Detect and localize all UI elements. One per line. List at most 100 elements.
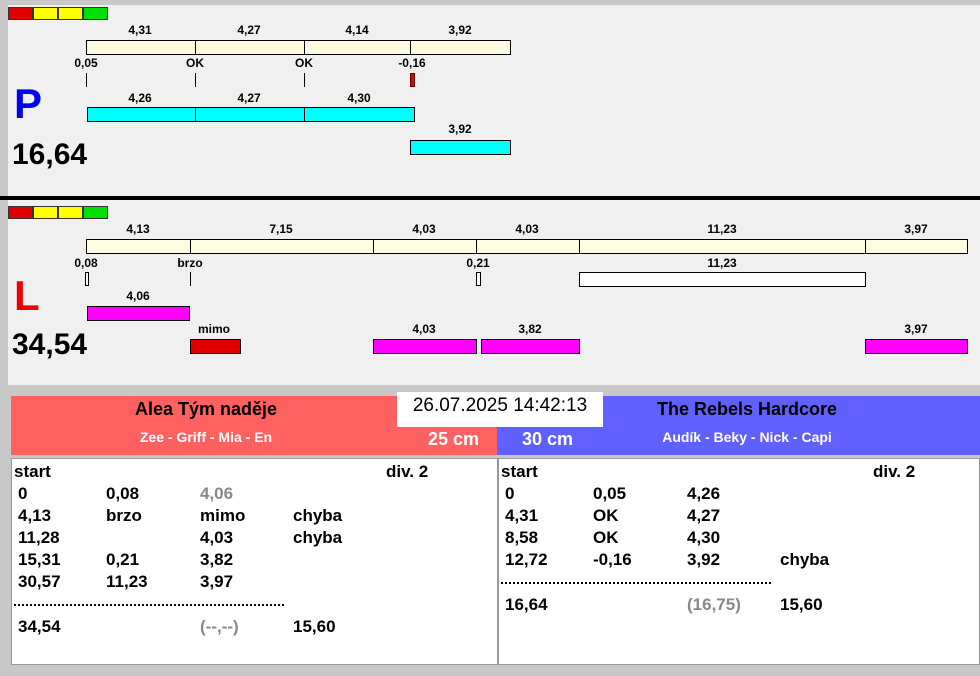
tick [190,272,191,286]
table-cell: 11,28 [18,528,60,547]
table-cell: 8,58 [505,528,539,547]
offset-label: 0,21 [466,256,490,270]
bar-label: 4,27 [237,91,261,105]
throw-bar [373,239,477,254]
indicator-green [83,7,108,20]
offset-label: OK [186,56,204,70]
offset-label: brzo [177,256,203,270]
table-cell: 4,13 [18,506,52,525]
bar-label: 3,97 [904,222,928,236]
table-cell: 11,23 [106,572,148,591]
offset-label: 11,23 [707,256,737,270]
indicator-red [8,7,33,20]
bar-label: 3,92 [448,23,472,37]
throw-bar [195,40,305,55]
table-cell: chyba [293,506,343,525]
offset-mark [579,272,866,287]
team-name: Alea Tým naděje [134,399,278,419]
offset-mark [476,272,481,286]
lane-letter: L [14,272,40,319]
start-label: start [14,462,51,481]
table-cell: 4,03 [200,528,234,547]
table-cell: -0,16 [593,550,632,569]
lane-letter: P [14,80,43,127]
bar-label: 7,15 [269,222,293,236]
table-cell: 4,27 [687,506,721,525]
throw-bar [195,107,305,122]
tick [86,73,87,87]
throw-bar [865,339,968,354]
separator [14,604,284,606]
bar-label: 4,14 [345,23,369,37]
bar-label: 4,03 [412,222,436,236]
division-label: div. 2 [873,462,916,481]
table-cell: OK [593,506,619,525]
throw-bar [86,40,196,55]
throw-bar [86,239,191,254]
bar-label: mimo [197,322,230,336]
table-cell: 3,97 [200,572,234,591]
team-name: The Rebels Hardcore [656,399,838,419]
table-cell: 0,08 [106,484,140,503]
indicator-red [8,206,33,219]
bar-label: 4,30 [347,91,371,105]
throw-bar [481,339,580,354]
separator [501,582,771,584]
table-cell: chyba [293,528,343,547]
bar-label: 4,13 [126,222,150,236]
offset-label: OK [295,56,313,70]
table-cell: mimo [200,506,246,525]
indicator-yellow [58,206,83,219]
indicator-green [83,206,108,219]
table-cell: 0,21 [106,550,140,569]
offset-mark [85,272,89,286]
table-cell: 4,26 [687,484,721,503]
table-cell: 0 [505,484,515,503]
throw-bar [373,339,477,354]
table-cell: 3,82 [200,550,234,569]
indicator-yellow [33,206,58,219]
table-cell: OK [593,528,619,547]
team-players: Audík - Beky - Nick - Capi [662,429,832,445]
team-distance: 25 cm [427,429,479,449]
datetime: 26.07.2025 14:42:13 [397,392,603,427]
table-cell: 4,30 [687,528,721,547]
table-cell: chyba [780,550,830,569]
bar-label: 3,97 [904,322,928,336]
throw-bar [410,140,511,155]
lane-score: 34,54 [12,328,88,361]
tick [195,73,196,87]
right-score-table: start div. 2 0 0,05 4,26 4,31 OK 4,27 8,58 OK 4,… [498,458,980,665]
table-cell: 0 [18,484,28,503]
table-cell: 4,31 [505,506,539,525]
throw-bar [87,306,190,321]
bar-label: 3,82 [518,322,542,336]
team-distance: 30 cm [522,429,574,449]
table-cell: 4,06 [200,484,234,503]
bar-label: 3,92 [448,122,472,136]
total-other: 15,60 [780,595,823,614]
table-cell: 15,31 [18,550,61,569]
division-label: div. 2 [386,462,429,481]
total-alt: (--,--) [200,617,239,636]
bar-label: 4,27 [237,23,261,37]
total: 34,54 [18,617,61,636]
total-alt: (16,75) [687,595,741,614]
throw-bar [87,107,196,122]
table-cell: brzo [106,506,142,525]
bar-label: 4,03 [412,322,436,336]
bar-label: 4,06 [126,289,150,303]
throw-bar [410,40,511,55]
indicator-yellow [33,7,58,20]
start-label: start [501,462,538,481]
bar-label: 11,23 [707,222,737,236]
bar-label: 4,03 [515,222,539,236]
throw-bar [476,239,580,254]
bar-label: 4,26 [128,91,152,105]
indicator-yellow [58,7,83,20]
team-players: Zee - Griff - Mia - En [139,429,273,445]
throw-bar [865,239,968,254]
left-score-table: start div. 2 0 0,08 4,06 4,13 brzo mimo chyba 1… [11,458,498,665]
offset-label: -0,16 [398,56,426,70]
offset-label: 0,05 [74,56,98,70]
